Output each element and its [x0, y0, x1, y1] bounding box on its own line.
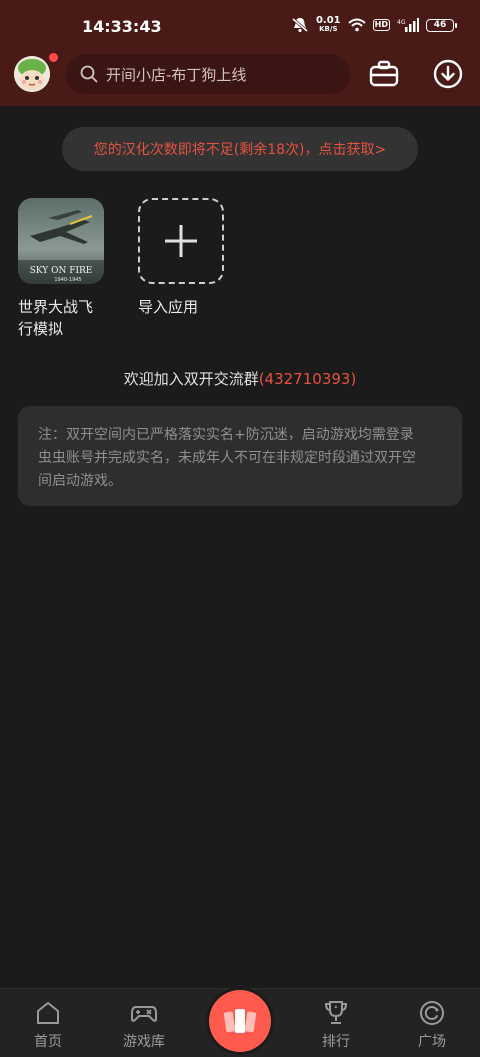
wifi-icon: [347, 18, 366, 32]
avatar[interactable]: [14, 56, 50, 92]
trophy-icon: [324, 1001, 348, 1024]
gamepad-icon: [131, 1006, 157, 1022]
import-app-button[interactable]: [138, 198, 224, 284]
tab-ranking[interactable]: 排行: [296, 999, 376, 1051]
center-action-button[interactable]: [209, 990, 271, 1052]
app-item-world-war-flight[interactable]: SKY ON FIRE 1940-1945 世界大战飞 行模拟: [18, 198, 104, 340]
svg-text:SKY ON FIRE: SKY ON FIRE: [30, 266, 93, 276]
status-bar: 14:33:43 0.01 KB/S HD 4G 46: [0, 0, 480, 52]
search-icon: [80, 65, 98, 83]
battery-indicator: 46: [426, 18, 457, 32]
net-speed: 0.01 KB/S: [315, 15, 341, 34]
svg-text:1940-1945: 1940-1945: [54, 277, 81, 283]
search-placeholder: 开间小店-布丁狗上线: [106, 65, 247, 84]
status-time: 14:33:43: [82, 17, 162, 36]
signal-icon: 4G: [397, 18, 419, 32]
real-name-notice: 注：双开空间内已严格落实实名+防沉迷，启动游戏均需登录 虫虫账号并完成实名，未成…: [18, 406, 462, 506]
import-app-label: 导入应用: [138, 298, 199, 316]
app-label: 世界大战飞 行模拟: [18, 298, 94, 338]
plaza-icon: [420, 1001, 444, 1025]
avatar-face-icon: [14, 56, 50, 92]
translation-quota-notice[interactable]: 您的汉化次数即将不足(剩余18次)，点击获取>: [62, 127, 418, 171]
group-invite[interactable]: 欢迎加入双开交流群(432710393): [0, 368, 480, 389]
notification-dot: [48, 52, 59, 63]
tab-game-library[interactable]: 游戏库: [104, 999, 184, 1051]
hd-badge: HD: [372, 19, 390, 31]
group-number[interactable]: (432710393): [259, 370, 357, 388]
plus-icon: [165, 225, 197, 257]
sky-on-fire-thumbnail: SKY ON FIRE 1940-1945: [18, 198, 104, 284]
download-icon[interactable]: [432, 58, 464, 90]
center-cards-icon: [223, 1009, 257, 1033]
tab-plaza[interactable]: 广场: [392, 999, 472, 1051]
home-icon: [37, 1002, 59, 1024]
app-icon[interactable]: SKY ON FIRE 1940-1945: [18, 198, 104, 284]
svg-text:4G: 4G: [397, 19, 406, 26]
import-app-item[interactable]: 导入应用: [138, 198, 224, 318]
mute-bell-icon: [291, 17, 308, 33]
tab-home[interactable]: 首页: [8, 999, 88, 1051]
toolbox-icon[interactable]: [368, 58, 400, 90]
search-bar[interactable]: 开间小店-布丁狗上线: [66, 54, 350, 94]
status-icons: 0.01 KB/S HD 4G 46: [291, 15, 457, 34]
